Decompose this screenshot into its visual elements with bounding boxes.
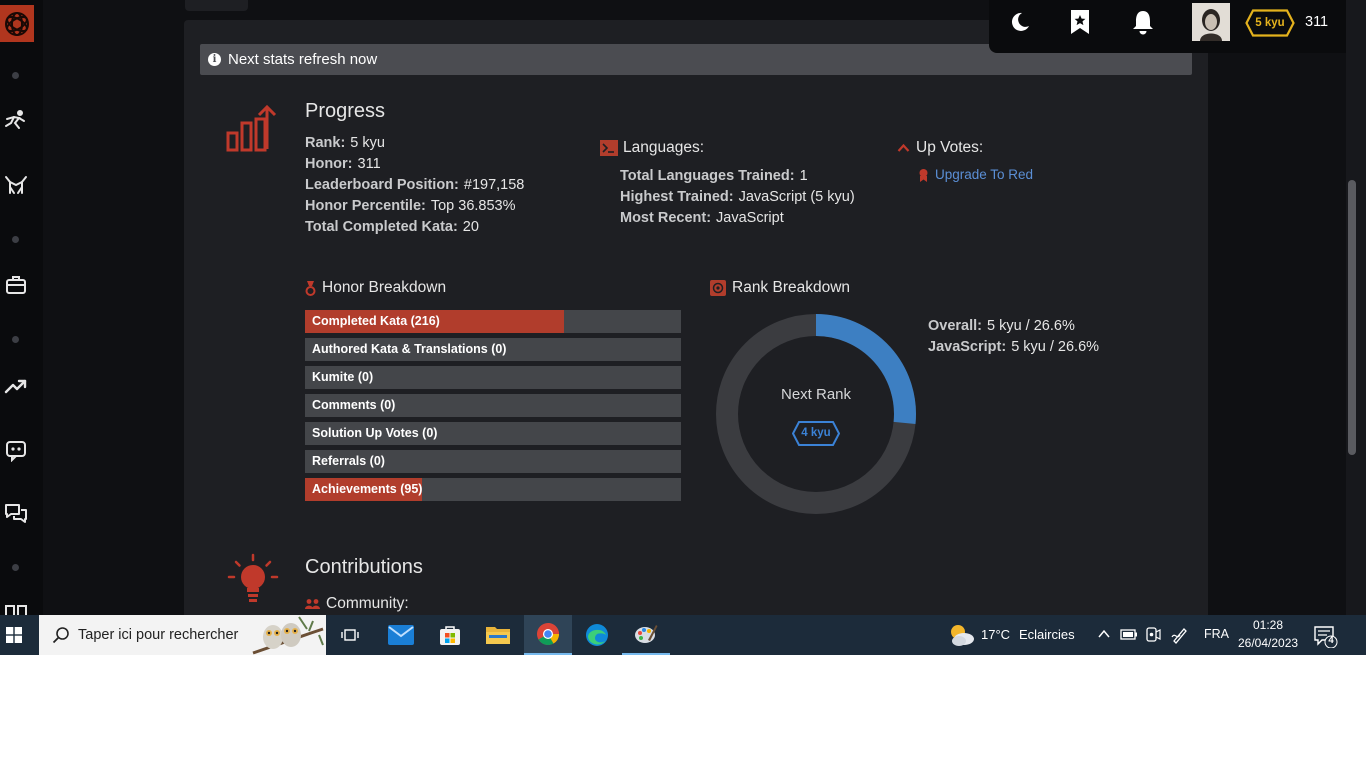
- chevron-up-icon[interactable]: [1097, 627, 1111, 641]
- honor-bar-label: Authored Kata & Translations (0): [312, 342, 507, 356]
- weather-description: Eclaircies: [1019, 627, 1075, 642]
- contributions-title: Contributions: [305, 556, 423, 578]
- search-placeholder: Taper ici pour rechercher: [78, 627, 239, 643]
- stat-highest-trained: Highest Trained: JavaScript (5 kyu): [620, 189, 855, 205]
- next-rank-label: Next Rank: [780, 386, 852, 403]
- edge-app-icon[interactable]: [573, 615, 621, 655]
- languages-heading: Languages:: [600, 139, 704, 157]
- honor-bar: Completed Kata (216): [305, 310, 681, 333]
- honor-bar-label: Referrals (0): [312, 454, 385, 468]
- input-language[interactable]: FRA: [1204, 627, 1229, 641]
- leaderboard-trend-icon[interactable]: [4, 374, 28, 398]
- terminal-icon: [600, 140, 618, 156]
- kumite-icon[interactable]: [4, 173, 28, 197]
- sidebar-separator: [12, 564, 19, 571]
- training-icon[interactable]: [4, 109, 28, 133]
- bookmark-icon[interactable]: [1069, 9, 1091, 35]
- owls-search-highlight-icon: [251, 615, 326, 655]
- stat-most-recent: Most Recent: JavaScript: [620, 210, 784, 226]
- paint-app-icon[interactable]: [622, 615, 670, 655]
- clock-date[interactable]: 26/04/2023: [1238, 636, 1298, 650]
- taskbar-search-box[interactable]: Taper ici pour rechercher: [39, 615, 326, 655]
- award-ribbon-icon: [918, 168, 929, 182]
- notification-count: 4: [1328, 635, 1334, 646]
- honor-bar-label: Comments (0): [312, 398, 396, 412]
- community-heading: Community:: [305, 595, 409, 613]
- chrome-app-icon[interactable]: [524, 615, 572, 655]
- microsoft-store-icon[interactable]: [426, 615, 474, 655]
- honor-score: 311: [1305, 14, 1329, 30]
- file-explorer-icon[interactable]: [474, 615, 522, 655]
- honor-bar: Solution Up Votes (0): [305, 422, 681, 445]
- stat-rank: Rank: 5 kyu: [305, 135, 385, 151]
- rank-badge[interactable]: 5 kyu: [1245, 9, 1295, 37]
- honor-bar: Authored Kata & Translations (0): [305, 338, 681, 361]
- windows-start-icon[interactable]: [6, 627, 22, 643]
- stat-honor-percentile: Honor Percentile: Top 36.853%: [305, 198, 516, 214]
- stat-overall-rank: Overall: 5 kyu / 26.6%: [928, 318, 1075, 334]
- honor-breakdown-heading: Honor Breakdown: [305, 279, 446, 297]
- chevron-up-icon: [897, 143, 910, 153]
- honor-bar: Kumite (0): [305, 366, 681, 389]
- next-rank-badge: 4 kyu: [791, 421, 841, 446]
- weather-partly-cloudy-icon[interactable]: [947, 622, 975, 648]
- windows-taskbar: Taper ici pour rechercher 17°C Eclaircie…: [0, 615, 1366, 655]
- search-icon: [52, 626, 70, 644]
- stat-javascript-rank: JavaScript: 5 kyu / 26.6%: [928, 339, 1100, 355]
- stat-honor: Honor: 311: [305, 156, 381, 172]
- rank-badge-text: 5 kyu: [1255, 17, 1285, 29]
- rank-progress-donut: [716, 314, 916, 514]
- rank-breakdown-heading: Rank Breakdown: [710, 279, 850, 297]
- honor-bar-label: Kumite (0): [312, 370, 374, 384]
- discord-icon[interactable]: [4, 438, 28, 462]
- clock-time[interactable]: 01:28: [1253, 618, 1283, 632]
- stat-total-languages: Total Languages Trained: 1: [620, 168, 808, 184]
- top-tab-stub: [185, 0, 248, 11]
- notice-text: Next stats refresh now: [228, 51, 378, 68]
- pen-input-icon[interactable]: [1171, 626, 1189, 644]
- upvotes-heading: Up Votes:: [897, 139, 983, 157]
- scrollbar-thumb[interactable]: [1348, 180, 1356, 455]
- progress-chart-icon: [225, 104, 277, 155]
- honor-bar: Comments (0): [305, 394, 681, 417]
- sidebar-separator: [12, 236, 19, 243]
- honor-bar: Achievements (95): [305, 478, 681, 501]
- user-panel: 5 kyu 311: [989, 0, 1346, 53]
- rank-target-icon: [710, 280, 726, 296]
- honor-bar-label: Solution Up Votes (0): [312, 426, 438, 440]
- chat-icon[interactable]: [4, 502, 28, 526]
- upgrade-to-red-link[interactable]: Upgrade To Red: [918, 167, 1033, 182]
- browser-viewport: i Next stats refresh now Progress Rank: 5…: [0, 0, 1366, 655]
- lightbulb-icon: [227, 553, 279, 605]
- task-view-icon[interactable]: [326, 615, 374, 655]
- medal-icon: [305, 280, 316, 296]
- community-users-icon: [305, 598, 320, 610]
- sidebar-separator: [12, 336, 19, 343]
- codewars-logo[interactable]: [0, 5, 34, 42]
- battery-icon[interactable]: [1120, 627, 1138, 641]
- honor-bar-label: Achievements (95): [312, 482, 423, 496]
- donut-progress-arc: [815, 314, 916, 425]
- notifications-bell-icon[interactable]: [1131, 9, 1155, 35]
- briefcase-icon[interactable]: [4, 273, 28, 297]
- progress-title: Progress: [305, 100, 386, 122]
- user-avatar[interactable]: [1192, 3, 1230, 41]
- mail-app-icon[interactable]: [377, 615, 425, 655]
- honor-bar-label: Completed Kata (216): [312, 314, 440, 328]
- sidebar-separator: [12, 72, 19, 79]
- dark-mode-moon-icon[interactable]: [1008, 10, 1032, 34]
- stat-total-completed-kata: Total Completed Kata: 20: [305, 219, 479, 235]
- sidebar: [0, 0, 43, 623]
- honor-bar: Referrals (0): [305, 450, 681, 473]
- weather-temperature: 17°C: [981, 627, 1011, 642]
- info-icon: i: [208, 53, 221, 66]
- webcam-icon[interactable]: [1145, 626, 1161, 643]
- stat-leaderboard-position: Leaderboard Position: #197,158: [305, 177, 525, 193]
- notification-center-icon[interactable]: 4: [1314, 626, 1338, 649]
